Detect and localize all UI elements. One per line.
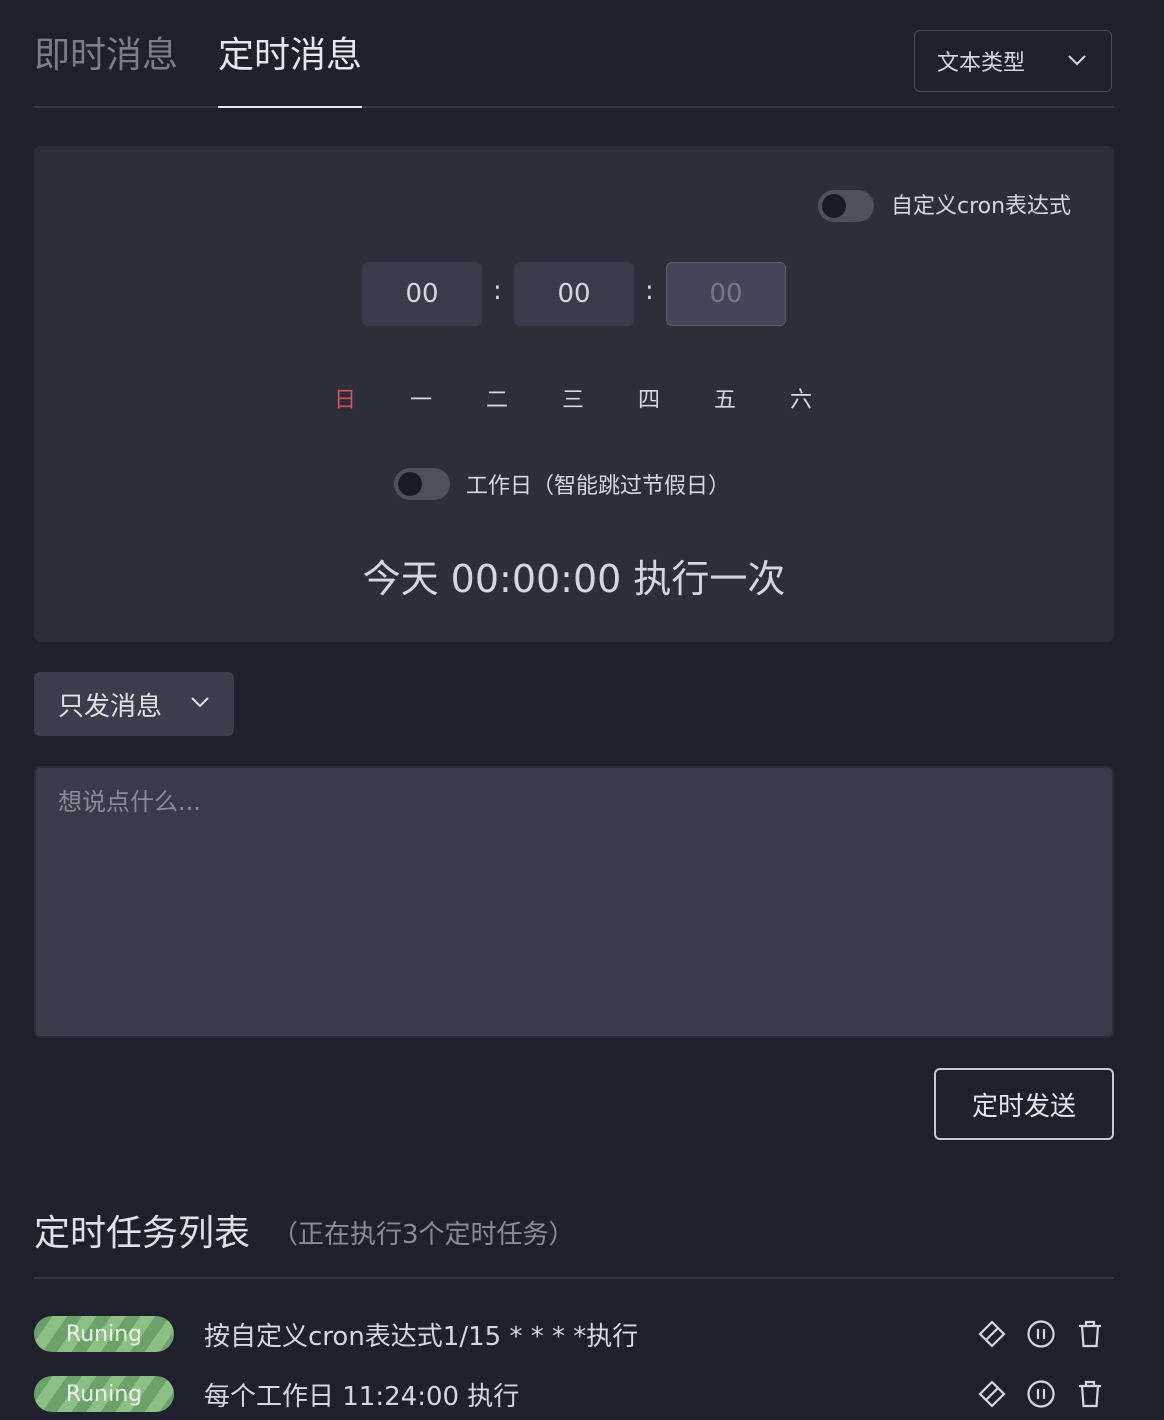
day-saturday[interactable]: 六	[781, 382, 821, 414]
day-wednesday[interactable]: 三	[553, 382, 593, 414]
workday-toggle-label: 工作日（智能跳过节假日）	[466, 474, 731, 499]
pause-icon[interactable]	[1025, 1318, 1057, 1350]
message-type-value: 文本类型	[937, 51, 1026, 76]
cron-toggle[interactable]	[818, 190, 874, 222]
send-mode-select[interactable]: 只发消息	[34, 672, 234, 736]
task-list-subtitle: （正在执行3个定时任务）	[272, 1220, 575, 1250]
chevron-down-icon	[191, 697, 209, 708]
status-badge: Runing	[34, 1316, 174, 1352]
day-sunday[interactable]: 日	[325, 382, 365, 414]
day-friday[interactable]: 五	[705, 382, 745, 414]
hour-input[interactable]: 00	[362, 262, 482, 326]
chevron-down-icon	[1068, 55, 1086, 66]
message-type-select[interactable]: 文本类型	[914, 30, 1112, 92]
edit-icon[interactable]	[976, 1318, 1008, 1350]
time-separator: :	[645, 276, 654, 306]
task-description: 每个工作日 11:24:00 执行	[204, 1382, 520, 1412]
delete-icon[interactable]	[1074, 1378, 1106, 1410]
task-row: Runing 每个工作日 11:24:00 执行	[34, 1374, 1114, 1414]
tab-scheduled-message[interactable]: 定时消息	[218, 30, 363, 108]
toggle-knob	[398, 472, 422, 496]
day-tuesday[interactable]: 二	[477, 382, 517, 414]
schedule-summary: 今天 00:00:00 执行一次	[362, 557, 786, 601]
day-thursday[interactable]: 四	[629, 382, 669, 414]
edit-icon[interactable]	[976, 1378, 1008, 1410]
schedule-panel: 自定义cron表达式 00 : 00 : 00 日 一 二 三 四 五 六 工作…	[34, 146, 1114, 642]
second-input[interactable]: 00	[666, 262, 786, 326]
tab-instant-message[interactable]: 即时消息	[34, 30, 178, 106]
pause-icon[interactable]	[1025, 1378, 1057, 1410]
message-input[interactable]	[34, 766, 1114, 1038]
task-description: 按自定义cron表达式1/15 * * * *执行	[204, 1322, 639, 1352]
time-separator: :	[493, 276, 502, 306]
send-mode-value: 只发消息	[58, 691, 163, 722]
scheduled-send-button[interactable]: 定时发送	[934, 1068, 1114, 1140]
minute-input[interactable]: 00	[514, 262, 634, 326]
divider	[34, 1277, 1114, 1279]
task-row: Runing 按自定义cron表达式1/15 * * * *执行	[34, 1314, 1114, 1354]
status-badge: Runing	[34, 1376, 174, 1412]
workday-toggle[interactable]	[394, 468, 450, 500]
toggle-knob	[822, 194, 846, 218]
task-list-title: 定时任务列表	[34, 1213, 251, 1254]
delete-icon[interactable]	[1074, 1318, 1106, 1350]
day-monday[interactable]: 一	[401, 382, 441, 414]
cron-toggle-label: 自定义cron表达式	[891, 194, 1072, 219]
